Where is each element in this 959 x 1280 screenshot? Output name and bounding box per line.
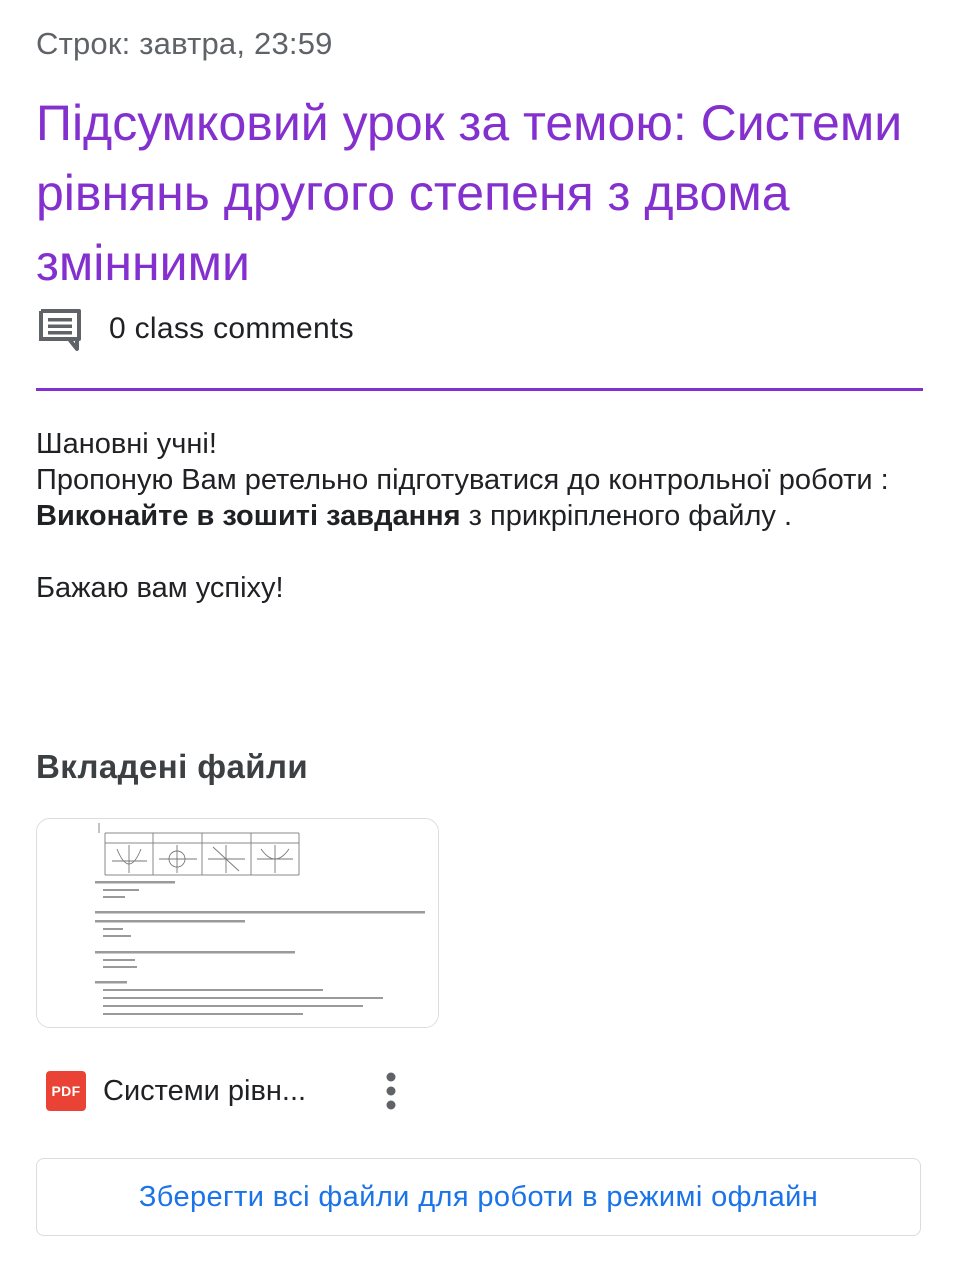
assignment-title: Підсумковий урок за темою: Системи рівня… <box>36 95 903 291</box>
instruction-text: Пропоную Вам ретельно підготуватися до к… <box>36 464 889 496</box>
assignment-description: Шановні учні! Пропоную Вам ретельно підг… <box>36 426 896 606</box>
comment-icon <box>36 305 84 353</box>
attachment-file-name: Системи рівн... <box>103 1074 307 1107</box>
class-comments-link[interactable]: 0 class comments <box>36 304 354 354</box>
more-vert-icon <box>386 1072 396 1110</box>
attachment-file-item[interactable]: PDF Системи рівн... <box>36 1062 416 1120</box>
more-options-button[interactable] <box>366 1066 416 1116</box>
greeting-text: Шановні учні! <box>36 428 217 460</box>
task-rest-text: з прикріпленого файлу . <box>460 500 793 532</box>
attachment-thumbnail[interactable] <box>36 818 439 1028</box>
attachments-heading: Вкладені файли <box>36 748 309 785</box>
pdf-icon: PDF <box>46 1071 86 1111</box>
closing-text: Бажаю вам успіху! <box>36 572 284 604</box>
task-text: Виконайте в зошиті завдання з прикріплен… <box>36 498 896 534</box>
save-offline-button[interactable]: Зберегти всі файли для роботи в режимі о… <box>36 1158 921 1236</box>
divider <box>36 388 923 391</box>
task-bold-text: Виконайте в зошиті завдання <box>36 500 461 532</box>
due-date: Строк: завтра, 23:59 <box>36 26 333 61</box>
document-preview-image <box>37 819 438 1027</box>
comments-count-label: 0 class comments <box>109 312 354 345</box>
